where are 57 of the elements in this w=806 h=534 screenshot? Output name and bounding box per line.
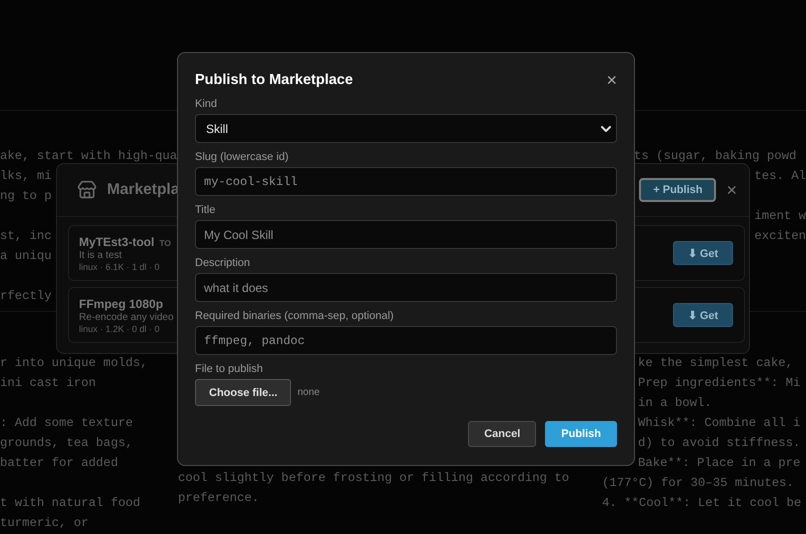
background-text-line: ini cast iron (0, 375, 96, 392)
item-name: MyTEst3-tool (79, 234, 154, 248)
close-button[interactable]: × (606, 71, 617, 89)
kind-select[interactable]: Skill (195, 114, 617, 143)
file-status: none (297, 387, 320, 398)
background-text-line: ke the simplest cake, (637, 355, 793, 372)
input-field[interactable]: My Cool Skill (195, 220, 617, 249)
publish-button[interactable]: Publish (545, 421, 617, 447)
background-text-line: rfectly (0, 288, 52, 305)
field-label: Required binaries (comma-sep, optional) (195, 310, 395, 323)
background-text-line: lks, mi (0, 168, 52, 185)
input-field[interactable]: my-cool-skill (195, 167, 617, 196)
background-text-line: cool slightly before frosting or filling according to (178, 470, 570, 487)
close-button[interactable]: × (726, 181, 737, 199)
cancel-button[interactable]: Cancel (468, 421, 536, 447)
get-button[interactable]: ⬇ Get (673, 303, 733, 327)
background-text-line: preference. (178, 490, 260, 507)
item-description: Re-encode any video (79, 312, 174, 322)
item-tag: TO (159, 238, 171, 248)
background-text-line: ts (sugar, baking powd (633, 148, 796, 165)
input-field[interactable]: what it does (195, 273, 617, 302)
background-text-line: batter for added (0, 455, 118, 472)
background-text-line: : Add some texture (0, 415, 133, 432)
background-text-line: 4. **Cool**: Let it cool be (602, 495, 802, 512)
background-text-line: tes. Al (754, 168, 806, 185)
item-meta: linux · 1.2K · 0 dl · 0 (79, 324, 161, 334)
background-text-line: exciten (754, 228, 806, 245)
item-meta: linux · 6.1K · 1 dl · 0 (79, 262, 161, 272)
item-name: FFmpeg 1080p (79, 296, 164, 310)
background-text-line: Whisk**: Combine all i (637, 415, 800, 432)
background-text-line: grounds, tea bags, (0, 435, 133, 452)
background-text-line: Bake**: Place in a pre (637, 455, 800, 472)
background-text-line: turmeric, or (0, 515, 89, 532)
store-icon (77, 180, 97, 200)
field-label: Kind (195, 98, 218, 111)
field-label: File to publish (195, 363, 264, 376)
background-text-line: t with natural food (0, 495, 140, 512)
background-text-line: r into unique molds, (0, 355, 148, 372)
background-text-line: d) to avoid stiffness. (637, 435, 800, 452)
input-field[interactable]: ffmpeg, pandoc (195, 326, 617, 355)
background-text-line: Prep ingredients**: Mi (637, 375, 800, 392)
get-button[interactable]: ⬇ Get (673, 241, 733, 265)
item-description: It is a test (79, 250, 123, 260)
background-text-line: a uniqu (0, 248, 52, 265)
marketplace-title: Marketpla (107, 181, 180, 199)
background-text-line: st, inc (0, 228, 52, 245)
field-label: Description (195, 257, 252, 270)
background-text-line: iment w (754, 208, 806, 225)
background-text-line: ng to p (0, 188, 52, 205)
publish-button[interactable]: + Publish (639, 178, 716, 202)
background-text-line: in a bowl. (637, 395, 712, 412)
choose-file-button[interactable]: Choose file... (195, 379, 292, 406)
background-text-line: (177°C) for 30–35 minutes. (602, 475, 794, 492)
field-label: Slug (lowercase id) (195, 151, 290, 164)
field-label: Title (195, 204, 216, 217)
background-text-line: ake, start with high-qua (0, 148, 178, 165)
dialog-title: Publish to Marketplace (195, 72, 353, 88)
